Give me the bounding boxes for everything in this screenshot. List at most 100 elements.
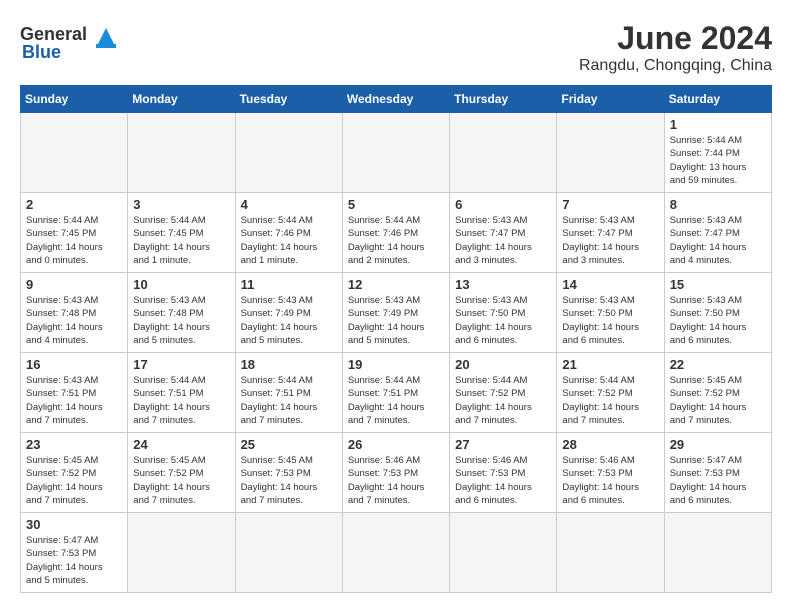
day-number: 24 (133, 437, 229, 452)
day-info: Sunrise: 5:47 AMSunset: 7:53 PMDaylight:… (670, 454, 766, 507)
day-number: 3 (133, 197, 229, 212)
day-number: 21 (562, 357, 658, 372)
day-number: 23 (26, 437, 122, 452)
day-info: Sunrise: 5:44 AMSunset: 7:44 PMDaylight:… (670, 134, 766, 187)
weekday-header-wednesday: Wednesday (342, 86, 449, 113)
day-number: 9 (26, 277, 122, 292)
day-info: Sunrise: 5:45 AMSunset: 7:52 PMDaylight:… (670, 374, 766, 427)
day-number: 10 (133, 277, 229, 292)
day-info: Sunrise: 5:43 AMSunset: 7:49 PMDaylight:… (348, 294, 444, 347)
day-info: Sunrise: 5:45 AMSunset: 7:53 PMDaylight:… (241, 454, 337, 507)
weekday-header-sunday: Sunday (21, 86, 128, 113)
calendar-day-cell: 20 Sunrise: 5:44 AMSunset: 7:52 PMDayligh… (450, 353, 557, 433)
day-number: 18 (241, 357, 337, 372)
calendar-day-cell: 16 Sunrise: 5:43 AMSunset: 7:51 PMDayligh… (21, 353, 128, 433)
day-info: Sunrise: 5:44 AMSunset: 7:52 PMDaylight:… (455, 374, 551, 427)
day-number: 20 (455, 357, 551, 372)
day-info: Sunrise: 5:44 AMSunset: 7:45 PMDaylight:… (26, 214, 122, 267)
calendar-day-cell: 10 Sunrise: 5:43 AMSunset: 7:48 PMDayligh… (128, 273, 235, 353)
day-info: Sunrise: 5:44 AMSunset: 7:52 PMDaylight:… (562, 374, 658, 427)
calendar-day-cell (557, 113, 664, 193)
day-info: Sunrise: 5:43 AMSunset: 7:47 PMDaylight:… (455, 214, 551, 267)
calendar-day-cell: 18 Sunrise: 5:44 AMSunset: 7:51 PMDayligh… (235, 353, 342, 433)
day-info: Sunrise: 5:43 AMSunset: 7:49 PMDaylight:… (241, 294, 337, 347)
day-number: 17 (133, 357, 229, 372)
calendar-day-cell: 23Sunrise: 5:45 AMSunset: 7:52 PMDayligh… (21, 433, 128, 513)
day-number: 16 (26, 357, 122, 372)
weekday-header-monday: Monday (128, 86, 235, 113)
calendar-day-cell: 9Sunrise: 5:43 AMSunset: 7:48 PMDaylight… (21, 273, 128, 353)
calendar-day-cell: 22Sunrise: 5:45 AMSunset: 7:52 PMDayligh… (664, 353, 771, 433)
day-info: Sunrise: 5:44 AMSunset: 7:45 PMDaylight:… (133, 214, 229, 267)
day-info: Sunrise: 5:47 AMSunset: 7:53 PMDaylight:… (26, 534, 122, 587)
day-number: 7 (562, 197, 658, 212)
calendar-day-cell: 26 Sunrise: 5:46 AMSunset: 7:53 PMDayligh… (342, 433, 449, 513)
day-number: 30 (26, 517, 122, 532)
day-info: Sunrise: 5:44 AMSunset: 7:46 PMDaylight:… (348, 214, 444, 267)
calendar-day-cell (450, 113, 557, 193)
day-info: Sunrise: 5:43 AMSunset: 7:51 PMDaylight:… (26, 374, 122, 427)
logo-blue-text: Blue (22, 42, 61, 63)
day-info: Sunrise: 5:43 AMSunset: 7:50 PMDaylight:… (670, 294, 766, 347)
day-info: Sunrise: 5:43 AMSunset: 7:48 PMDaylight:… (133, 294, 229, 347)
calendar-day-cell: 4Sunrise: 5:44 AMSunset: 7:46 PMDaylight… (235, 193, 342, 273)
day-number: 25 (241, 437, 337, 452)
day-info: Sunrise: 5:43 AMSunset: 7:47 PMDaylight:… (562, 214, 658, 267)
calendar-day-cell: 8Sunrise: 5:43 AMSunset: 7:47 PMDaylight… (664, 193, 771, 273)
day-number: 26 (348, 437, 444, 452)
calendar-day-cell: 28 Sunrise: 5:46 AMSunset: 7:53 PMDayligh… (557, 433, 664, 513)
day-info: Sunrise: 5:43 AMSunset: 7:47 PMDaylight:… (670, 214, 766, 267)
day-number: 14 (562, 277, 658, 292)
page-header: General Blue June 2024 Rangdu, Chongqing… (20, 20, 772, 75)
day-info: Sunrise: 5:46 AMSunset: 7:53 PMDaylight:… (348, 454, 444, 507)
calendar-day-cell: 30 Sunrise: 5:47 AMSunset: 7:53 PMDayligh… (21, 513, 128, 593)
location-subtitle: Rangdu, Chongqing, China (579, 57, 772, 75)
calendar-day-cell: 14 Sunrise: 5:43 AMSunset: 7:50 PMDayligh… (557, 273, 664, 353)
calendar-table: SundayMondayTuesdayWednesdayThursdayFrid… (20, 85, 772, 593)
day-number: 27 (455, 437, 551, 452)
day-number: 5 (348, 197, 444, 212)
day-info: Sunrise: 5:46 AMSunset: 7:53 PMDaylight:… (562, 454, 658, 507)
calendar-week-row: 1 Sunrise: 5:44 AMSunset: 7:44 PMDaylight… (21, 113, 772, 193)
calendar-day-cell: 27Sunrise: 5:46 AMSunset: 7:53 PMDayligh… (450, 433, 557, 513)
day-number: 11 (241, 277, 337, 292)
day-number: 28 (562, 437, 658, 452)
calendar-day-cell: 19Sunrise: 5:44 AMSunset: 7:51 PMDayligh… (342, 353, 449, 433)
calendar-day-cell: 6Sunrise: 5:43 AMSunset: 7:47 PMDaylight… (450, 193, 557, 273)
title-section: June 2024 Rangdu, Chongqing, China (579, 20, 772, 75)
calendar-week-row: 30 Sunrise: 5:47 AMSunset: 7:53 PMDayligh… (21, 513, 772, 593)
day-number: 12 (348, 277, 444, 292)
calendar-day-cell (450, 513, 557, 593)
calendar-day-cell: 29Sunrise: 5:47 AMSunset: 7:53 PMDayligh… (664, 433, 771, 513)
day-number: 4 (241, 197, 337, 212)
calendar-day-cell: 15Sunrise: 5:43 AMSunset: 7:50 PMDayligh… (664, 273, 771, 353)
calendar-week-row: 16 Sunrise: 5:43 AMSunset: 7:51 PMDayligh… (21, 353, 772, 433)
calendar-day-cell (128, 113, 235, 193)
calendar-day-cell: 1 Sunrise: 5:44 AMSunset: 7:44 PMDaylight… (664, 113, 771, 193)
calendar-day-cell (342, 513, 449, 593)
weekday-header-thursday: Thursday (450, 86, 557, 113)
calendar-day-cell: 11 Sunrise: 5:43 AMSunset: 7:49 PMDayligh… (235, 273, 342, 353)
calendar-day-cell (235, 513, 342, 593)
calendar-day-cell: 2Sunrise: 5:44 AMSunset: 7:45 PMDaylight… (21, 193, 128, 273)
calendar-day-cell (664, 513, 771, 593)
weekday-header-row: SundayMondayTuesdayWednesdayThursdayFrid… (21, 86, 772, 113)
calendar-day-cell (342, 113, 449, 193)
calendar-day-cell: 24Sunrise: 5:45 AMSunset: 7:52 PMDayligh… (128, 433, 235, 513)
calendar-day-cell (557, 513, 664, 593)
logo-icon (91, 20, 121, 48)
calendar-day-cell (235, 113, 342, 193)
day-info: Sunrise: 5:44 AMSunset: 7:51 PMDaylight:… (241, 374, 337, 427)
calendar-day-cell: 12 Sunrise: 5:43 AMSunset: 7:49 PMDayligh… (342, 273, 449, 353)
calendar-week-row: 9 Sunrise: 5:43 AMSunset: 7:48 PMDaylight… (21, 273, 772, 353)
month-year-title: June 2024 (579, 20, 772, 57)
day-info: Sunrise: 5:44 AMSunset: 7:51 PMDaylight:… (133, 374, 229, 427)
calendar-day-cell (128, 513, 235, 593)
day-number: 1 (670, 117, 766, 132)
logo: General Blue (20, 20, 121, 63)
day-number: 19 (348, 357, 444, 372)
calendar-day-cell: 3 Sunrise: 5:44 AMSunset: 7:45 PMDaylight… (128, 193, 235, 273)
calendar-day-cell: 17 Sunrise: 5:44 AMSunset: 7:51 PMDayligh… (128, 353, 235, 433)
day-number: 13 (455, 277, 551, 292)
day-info: Sunrise: 5:43 AMSunset: 7:50 PMDaylight:… (562, 294, 658, 347)
